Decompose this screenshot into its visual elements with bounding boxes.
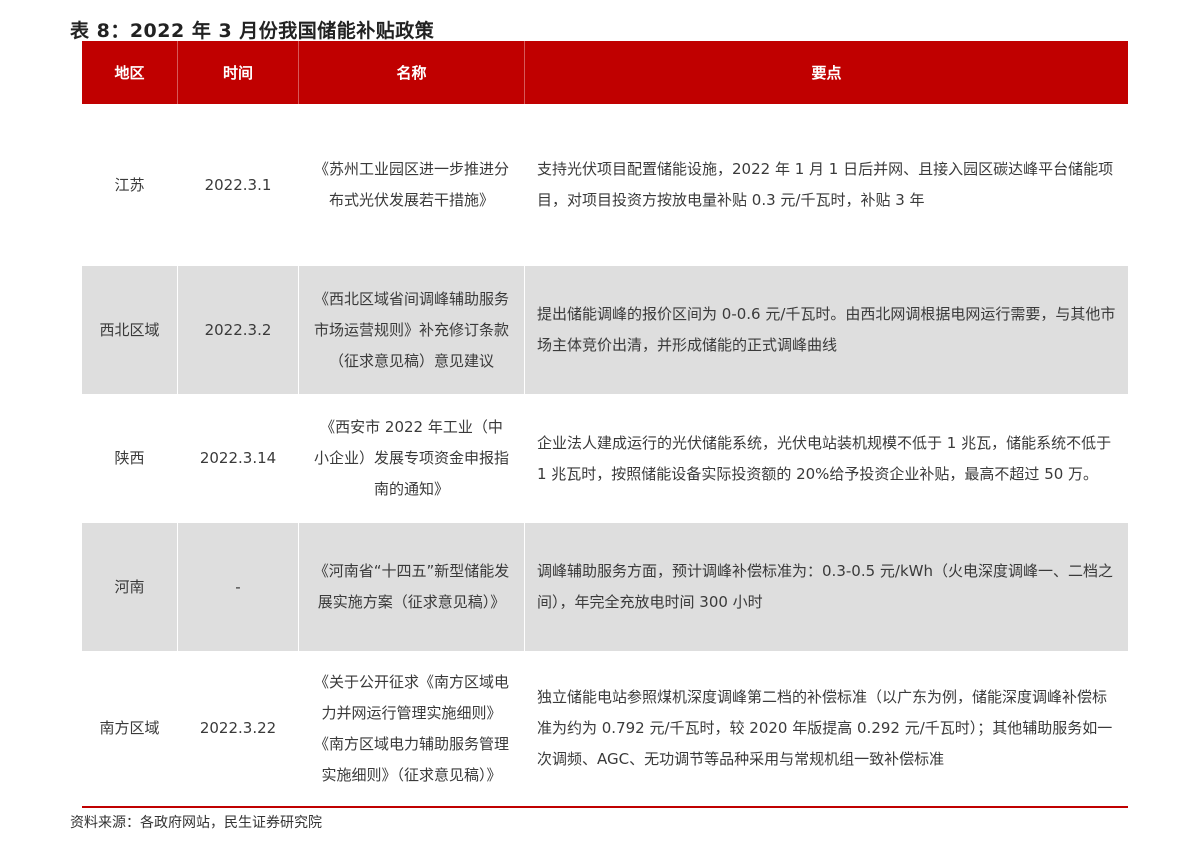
row-points: 调峰辅助服务方面，预计调峰补偿标准为：0.3-0.5 元/kWh（火电深度调峰一… [537, 562, 1113, 611]
table-row: 西北区域 2022.3.2 《西北区域省间调峰辅助服务市场运营规则》补充修订条款… [82, 266, 1128, 394]
row-name: 《西安市 2022 年工业（中小企业）发展专项资金申报指南的通知》 [299, 394, 525, 523]
row-points: 支持光伏项目配置储能设施，2022 年 1 月 1 日后并网、且接入园区碳达峰平… [537, 160, 1114, 209]
row-region: 江苏 [82, 104, 178, 266]
source-note: 资料来源：各政府网站，民生证券研究院 [70, 815, 322, 831]
row-region: 西北区域 [82, 266, 178, 394]
row-region: 南方区域 [82, 651, 178, 806]
row-date: 2022.3.1 [178, 104, 299, 266]
table-row: 南方区域 2022.3.22 《关于公开征求《南方区域电力并网运行管理实施细则》… [82, 651, 1128, 806]
row-date: 2022.3.22 [178, 651, 299, 806]
header-points: 要点 [811, 64, 842, 82]
row-name: 《河南省“十四五”新型储能发展实施方案（征求意见稿）》 [299, 523, 525, 651]
row-name: 《苏州工业园区进一步推进分布式光伏发展若干措施》 [299, 104, 525, 266]
table-bottom-rule [82, 806, 1128, 808]
header-date: 时间 [178, 41, 299, 104]
table-row: 江苏 2022.3.1 《苏州工业园区进一步推进分布式光伏发展若干措施》 支持光… [82, 104, 1128, 266]
row-name: 《西北区域省间调峰辅助服务市场运营规则》补充修订条款（征求意见稿）意见建议 [299, 266, 525, 394]
row-points: 独立储能电站参照煤机深度调峰第二档的补偿标准（以广东为例，储能深度调峰补偿标准为… [537, 688, 1113, 768]
table-title: 表 8：2022 年 3 月份我国储能补贴政策 [70, 20, 435, 42]
policy-table: 地区 时间 名称 要点 江苏 2022.3.1 《苏州工业园区进一步推进分布式光… [82, 41, 1128, 808]
table-row: 河南 - 《河南省“十四五”新型储能发展实施方案（征求意见稿）》 调峰辅助服务方… [82, 523, 1128, 651]
row-points: 企业法人建成运行的光伏储能系统，光伏电站装机规模不低于 1 兆瓦，储能系统不低于… [537, 433, 1112, 483]
table-row: 陕西 2022.3.14 《西安市 2022 年工业（中小企业）发展专项资金申报… [82, 394, 1128, 523]
row-region: 陕西 [82, 394, 178, 523]
header-region: 地区 [82, 41, 178, 104]
header-name: 名称 [299, 41, 525, 104]
table-header: 地区 时间 名称 要点 [82, 41, 1128, 104]
row-date: 2022.3.2 [178, 266, 299, 394]
row-name: 《关于公开征求《南方区域电力并网运行管理实施细则》《南方区域电力辅助服务管理实施… [299, 651, 525, 806]
row-date: 2022.3.14 [178, 394, 299, 523]
row-date: - [178, 523, 299, 651]
row-points: 提出储能调峰的报价区间为 0-0.6 元/千瓦时。由西北网调根据电网运行需要，与… [537, 305, 1116, 354]
row-region: 河南 [82, 523, 178, 651]
